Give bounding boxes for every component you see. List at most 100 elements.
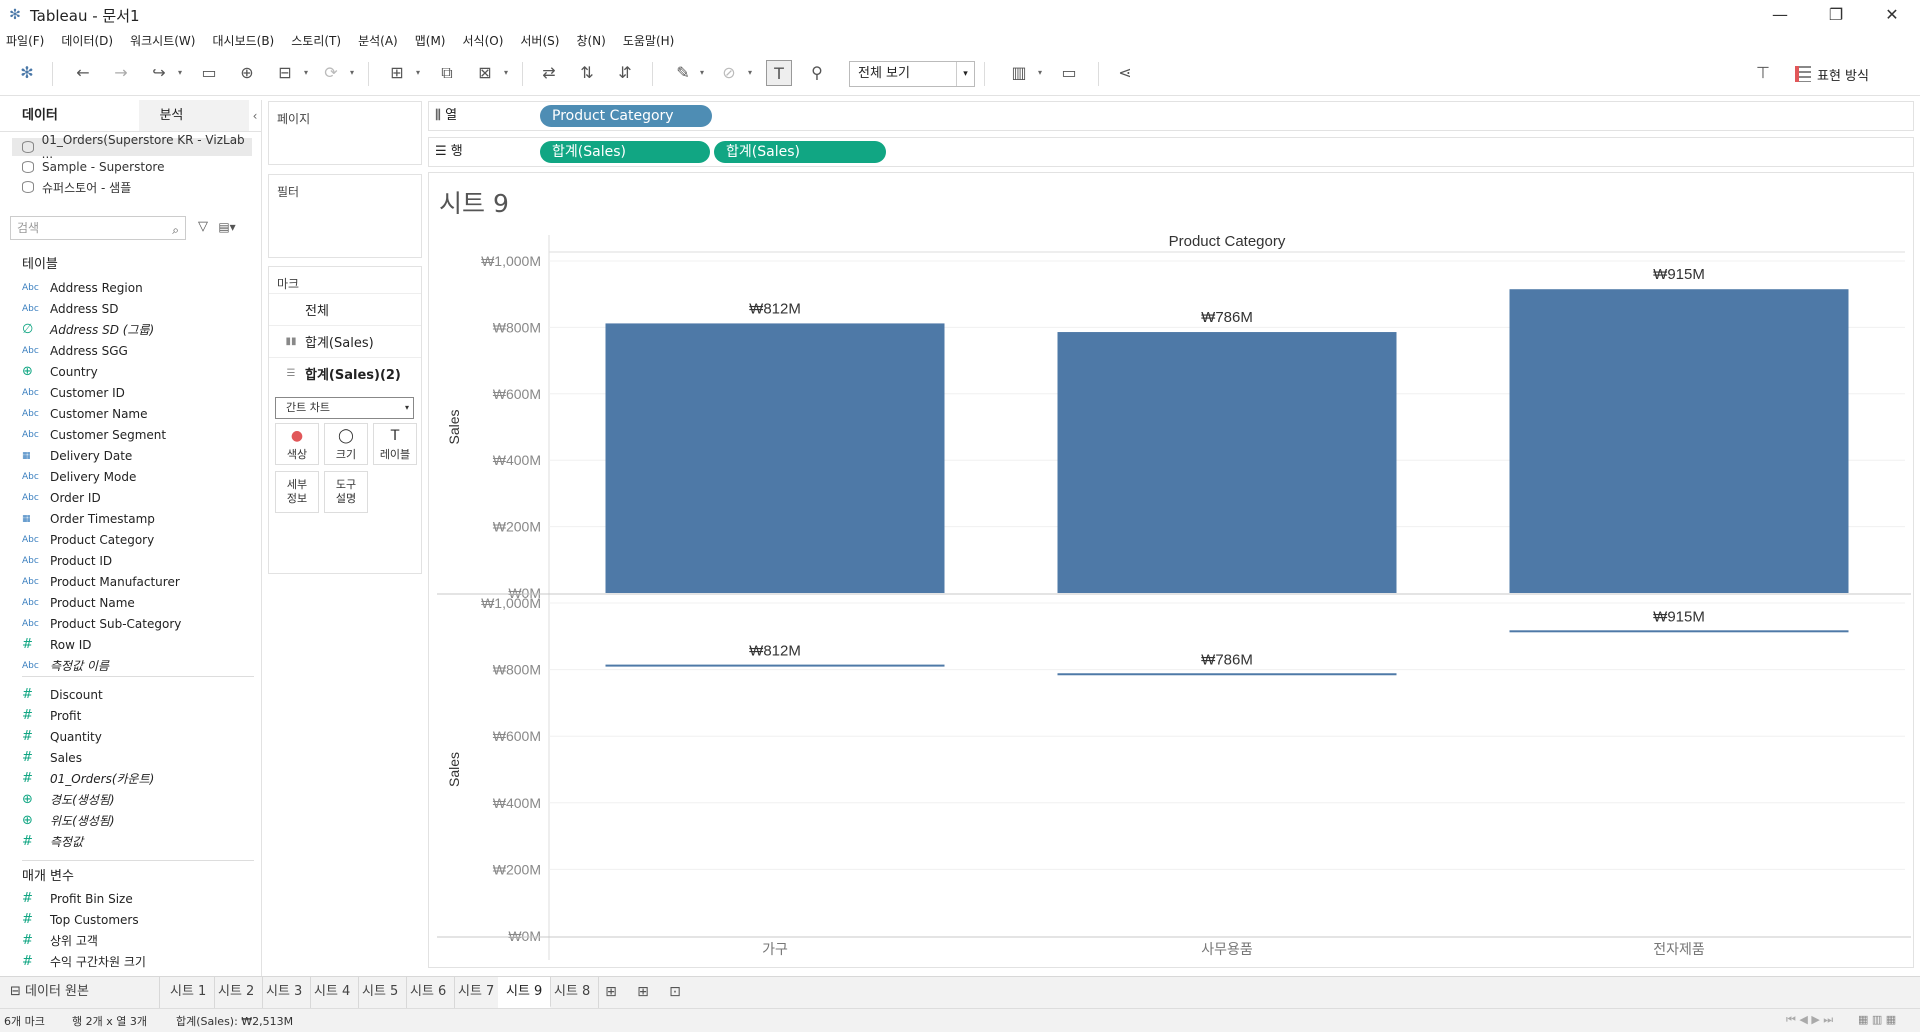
sheet-sorter-icon[interactable]: ▦ ▥ ▦: [1858, 1013, 1896, 1026]
menu-help[interactable]: 도움말(H): [623, 32, 675, 49]
menu-map[interactable]: 맵(M): [415, 32, 446, 49]
menu-worksheet[interactable]: 워크시트(W): [130, 32, 195, 49]
field-item[interactable]: Abc Order ID: [22, 487, 101, 508]
filter-icon[interactable]: ▽: [190, 214, 216, 240]
field-item[interactable]: # Discount: [22, 684, 103, 705]
tooltip-button[interactable]: 도구 설명: [324, 471, 368, 513]
pause-updates-icon[interactable]: ⊟: [272, 60, 298, 86]
columns-pill[interactable]: Product Category: [540, 105, 712, 127]
field-item[interactable]: Abc Address SD: [22, 298, 118, 319]
redo-icon[interactable]: →: [108, 60, 134, 86]
sort-ascending-icon[interactable]: ⇅: [574, 60, 600, 86]
sort-descending-icon[interactable]: ⇵: [612, 60, 638, 86]
group-members-icon[interactable]: ⊘: [716, 60, 742, 86]
chevron-down-icon[interactable]: ▾: [504, 60, 514, 86]
field-item[interactable]: Abc Delivery Mode: [22, 466, 136, 487]
field-item[interactable]: # Quantity: [22, 726, 102, 747]
field-item[interactable]: Abc 측정값 이름: [22, 655, 109, 676]
share-icon[interactable]: ⋖: [1112, 60, 1138, 86]
restore-button[interactable]: ❐: [1808, 0, 1864, 30]
field-item[interactable]: ⊕ 위도(생성됨): [22, 810, 115, 831]
tab-nav-icon[interactable]: ⏮ ◀ ▶ ⏭: [1786, 1013, 1833, 1027]
rows-pill[interactable]: 합계(Sales): [540, 141, 710, 163]
columns-shelf[interactable]: ⫼ 열 Product Category: [428, 101, 1914, 131]
mark-type-select[interactable]: 간트 차트 ▾: [275, 397, 414, 419]
new-datasource-icon[interactable]: ⊕: [234, 60, 260, 86]
field-item[interactable]: # 상위 고객: [22, 930, 98, 951]
filters-shelf[interactable]: 필터: [268, 174, 422, 258]
tableau-home-icon[interactable]: ✻: [14, 60, 40, 86]
field-item[interactable]: ▦ Order Timestamp: [22, 508, 155, 529]
datasource-item[interactable]: Sample - Superstore: [12, 158, 164, 176]
chevron-down-icon[interactable]: ▾: [1038, 60, 1048, 86]
new-dashboard-icon[interactable]: ⊞: [632, 981, 654, 1003]
field-item[interactable]: # Top Customers: [22, 909, 139, 930]
chevron-down-icon[interactable]: ▾: [350, 60, 360, 86]
marks-all-row[interactable]: 전체: [269, 293, 421, 325]
rows-pill[interactable]: 합계(Sales): [714, 141, 886, 163]
save-icon[interactable]: ▭: [196, 60, 222, 86]
sheet-tab[interactable]: 시트 6: [402, 977, 456, 1008]
sheet-tab[interactable]: 시트 5: [354, 977, 408, 1008]
field-item[interactable]: Abc Product Name: [22, 592, 135, 613]
fix-axes-icon[interactable]: ⚲: [804, 60, 830, 86]
field-item[interactable]: ⊕ Country: [22, 361, 98, 382]
field-item[interactable]: Abc Product Category: [22, 529, 154, 550]
refresh-icon[interactable]: ⟳: [318, 60, 344, 86]
field-item[interactable]: #01_Orders(카운트): [22, 768, 154, 789]
menu-dashboard[interactable]: 대시보드(B): [212, 32, 274, 49]
field-item[interactable]: ▦ Delivery Date: [22, 445, 132, 466]
fit-select[interactable]: 전체 보기 ▾: [849, 61, 975, 87]
sheet-tab[interactable]: 시트 3: [258, 977, 312, 1008]
menu-analysis[interactable]: 분석(A): [358, 32, 398, 49]
chevron-down-icon[interactable]: ▾: [748, 60, 758, 86]
minimize-button[interactable]: —: [1752, 0, 1808, 30]
marks-sales2-row[interactable]: ☰ 합계(Sales)(2): [269, 357, 421, 389]
fit-width-icon[interactable]: ▥: [1006, 60, 1032, 86]
field-item[interactable]: Abc Address Region: [22, 277, 143, 298]
sheet-tab[interactable]: 시트 1: [162, 977, 216, 1008]
datasource-item[interactable]: 01_Orders(Superstore KR - VizLab ...: [12, 133, 252, 161]
highlight-icon[interactable]: ✎: [670, 60, 696, 86]
field-item[interactable]: # Row ID: [22, 634, 92, 655]
chevron-down-icon[interactable]: ▾: [304, 60, 314, 86]
undo-icon[interactable]: ←: [70, 60, 96, 86]
field-item[interactable]: Abc Product Sub-Category: [22, 613, 181, 634]
show-me-button[interactable]: 표현 방식: [1795, 61, 1869, 87]
menu-format[interactable]: 서식(O): [463, 32, 504, 49]
field-item[interactable]: # Profit: [22, 705, 81, 726]
field-item[interactable]: Abc Address SGG: [22, 340, 128, 361]
field-item[interactable]: Abc Customer ID: [22, 382, 125, 403]
close-button[interactable]: ✕: [1864, 0, 1920, 30]
size-button[interactable]: ◯ 크기: [324, 423, 368, 465]
show-mark-labels-icon[interactable]: T: [766, 60, 792, 86]
field-item[interactable]: ⊕ 경도(생성됨): [22, 789, 115, 810]
pages-shelf[interactable]: 페이지: [268, 101, 422, 165]
chart-canvas[interactable]: Product Category ₩0M ₩200M ₩400M ₩600M ₩800M ₩…: [429, 225, 1913, 965]
sheet-tab[interactable]: 시트 2: [210, 977, 264, 1008]
view-options-icon[interactable]: ▤▾: [214, 214, 240, 240]
menu-server[interactable]: 서버(S): [520, 32, 559, 49]
replay-icon[interactable]: ↪: [146, 60, 172, 86]
new-worksheet-icon[interactable]: ⊞: [600, 981, 622, 1003]
menu-data[interactable]: 데이터(D): [61, 32, 113, 49]
menu-window[interactable]: 창(N): [576, 32, 605, 49]
tab-analysis[interactable]: 분석: [139, 100, 250, 131]
sheet-tab[interactable]: 시트 4: [306, 977, 360, 1008]
format-painter-icon[interactable]: ⊤: [1750, 60, 1776, 86]
field-item[interactable]: Abc Customer Segment: [22, 424, 166, 445]
field-item[interactable]: Abc Customer Name: [22, 403, 148, 424]
field-item[interactable]: Abc Product ID: [22, 550, 112, 571]
presentation-mode-icon[interactable]: ▭: [1056, 60, 1082, 86]
datasource-tab[interactable]: ⊟ 데이터 원본: [0, 977, 160, 1008]
collapse-pane-icon[interactable]: ‹: [249, 100, 261, 131]
chevron-down-icon[interactable]: ▾: [700, 60, 710, 86]
new-story-icon[interactable]: ⊡: [664, 981, 686, 1003]
field-item[interactable]: # 수익 구간차원 크기: [22, 951, 146, 972]
duplicate-sheet-icon[interactable]: ⧉: [434, 60, 460, 86]
detail-button[interactable]: 세부 정보: [275, 471, 319, 513]
field-item[interactable]: # Profit Bin Size: [22, 888, 133, 909]
field-search-input[interactable]: 검색 ⌕: [10, 216, 186, 240]
new-worksheet-icon[interactable]: ⊞: [384, 60, 410, 86]
sheet-tab[interactable]: 시트 7: [450, 977, 504, 1008]
